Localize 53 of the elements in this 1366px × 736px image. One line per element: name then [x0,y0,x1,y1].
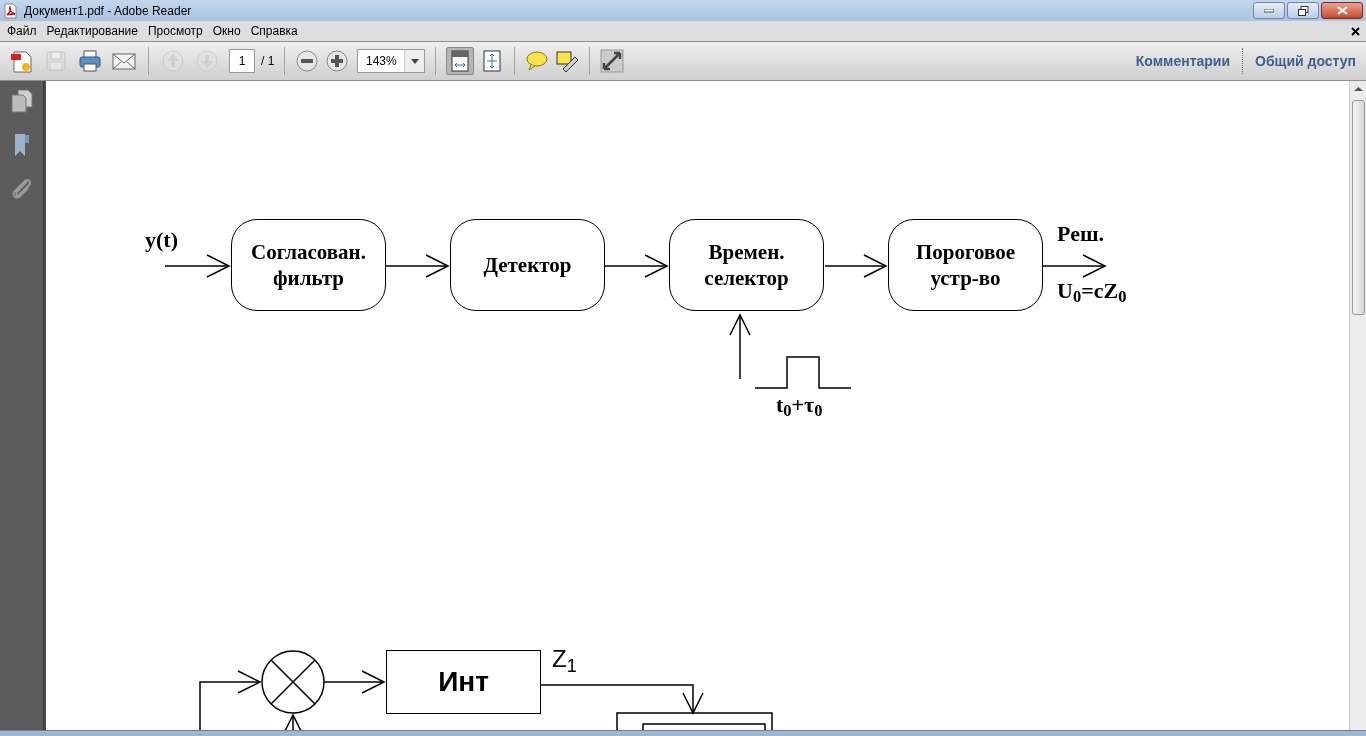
arrow [604,254,669,278]
window-title: Документ1.pdf - Adobe Reader [24,2,192,20]
menu-item[interactable]: Файл [2,22,42,40]
caret-icon [410,58,419,64]
pages-icon[interactable] [10,89,33,113]
paperclip-icon[interactable] [10,177,33,201]
arrow [164,254,231,278]
diagram-label: Z$_{1}$ [552,645,577,673]
page-count: / 1 [261,53,275,70]
diagram-label: t$_{0}$+τ$_{0}$ [776,392,823,418]
zoom-in-icon[interactable] [325,49,350,73]
scrollbar-thumb[interactable] [1351,100,1365,315]
bookmark-icon[interactable] [12,133,31,157]
create-pdf-icon[interactable] [10,49,34,73]
diagram-label: y(t) [145,227,178,253]
block-box: Пороговое устр-во [888,219,1043,311]
menu-item[interactable]: Просмотр [142,22,208,40]
toolbar-link[interactable]: Комментарии [1135,50,1231,72]
scrollbar[interactable] [1349,81,1366,730]
toolbar-link[interactable]: Общий доступ [1255,50,1356,72]
scroll-up-icon[interactable] [1353,86,1363,92]
arrow [824,254,888,278]
restore-icon [1297,5,1309,16]
diagram-label: Реш. [1057,221,1104,247]
expand-icon[interactable] [600,49,625,73]
page-number-field[interactable]: 1 [229,49,255,73]
block-box: Инт [386,650,541,714]
zoom-out-icon[interactable] [295,49,320,73]
block-box: Согласован. фильтр [231,219,386,311]
arrow [385,254,450,278]
arrow [1042,254,1107,278]
arrow [282,713,304,730]
arrow [323,670,386,694]
block-box: Детектор [450,219,605,311]
printer-icon[interactable] [78,49,102,73]
close-button[interactable] [1321,2,1363,19]
close-icon [1336,6,1348,15]
menu-item[interactable]: Редактирование [41,22,143,40]
speech-bubble-icon[interactable] [525,49,550,73]
block-box: Времен. селектор [669,219,824,311]
diagram-label: U$_{0}$=cZ$_{0}$ [1057,278,1127,304]
arrow [729,313,751,380]
minimize-icon [1264,8,1274,13]
menu-item[interactable]: Окно [207,22,246,40]
highlighter-icon[interactable] [555,49,580,73]
multiplier-drawing [261,650,325,714]
pdf-file-icon [3,2,18,19]
restore-button[interactable] [1287,2,1319,19]
zoom-dropdown[interactable]: 143% [357,49,426,73]
arrow [199,670,262,730]
menu-item[interactable]: Справка [245,22,303,40]
fit-page-button[interactable] [446,47,475,75]
close-icon[interactable] [1351,26,1360,36]
